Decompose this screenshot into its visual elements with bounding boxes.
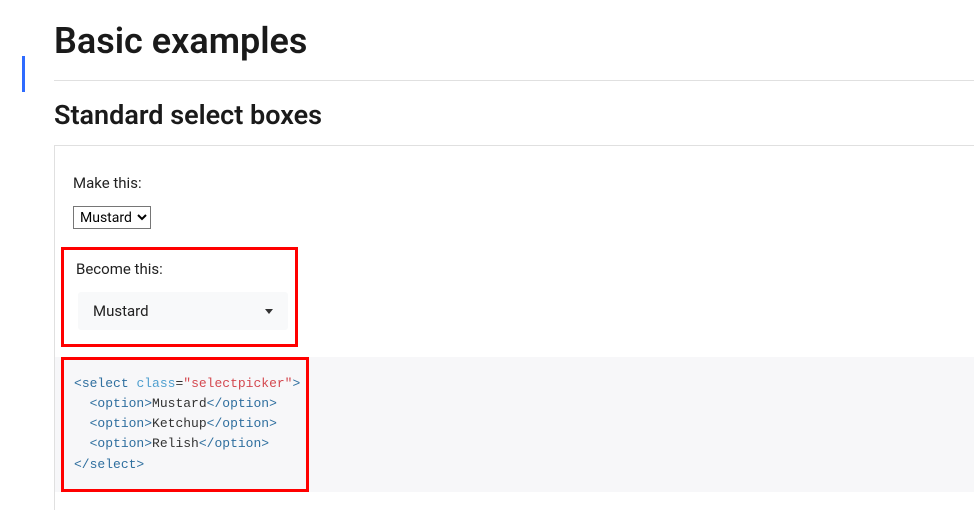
left-accent-bar — [22, 56, 25, 92]
custom-select-value: Mustard — [93, 302, 149, 320]
make-this-label: Make this: — [73, 174, 956, 192]
custom-select[interactable]: Mustard — [78, 292, 288, 330]
code-block: <select class="selectpicker"> <option>Mu… — [74, 374, 296, 475]
divider — [54, 80, 974, 81]
page-heading: Basic examples — [54, 20, 974, 62]
example-container: Make this: Mustard Ketchup Relish Become… — [54, 145, 974, 510]
section-heading: Standard select boxes — [54, 99, 974, 131]
caret-down-icon — [265, 309, 273, 314]
code-highlight: <select class="selectpicker"> <option>Mu… — [61, 357, 309, 492]
code-section: <select class="selectpicker"> <option>Mu… — [55, 357, 974, 492]
become-this-label: Become this: — [76, 260, 283, 278]
native-select[interactable]: Mustard Ketchup Relish — [73, 206, 151, 229]
main-content: Basic examples Standard select boxes Mak… — [0, 0, 974, 510]
become-this-highlight: Become this: Mustard — [61, 247, 298, 347]
